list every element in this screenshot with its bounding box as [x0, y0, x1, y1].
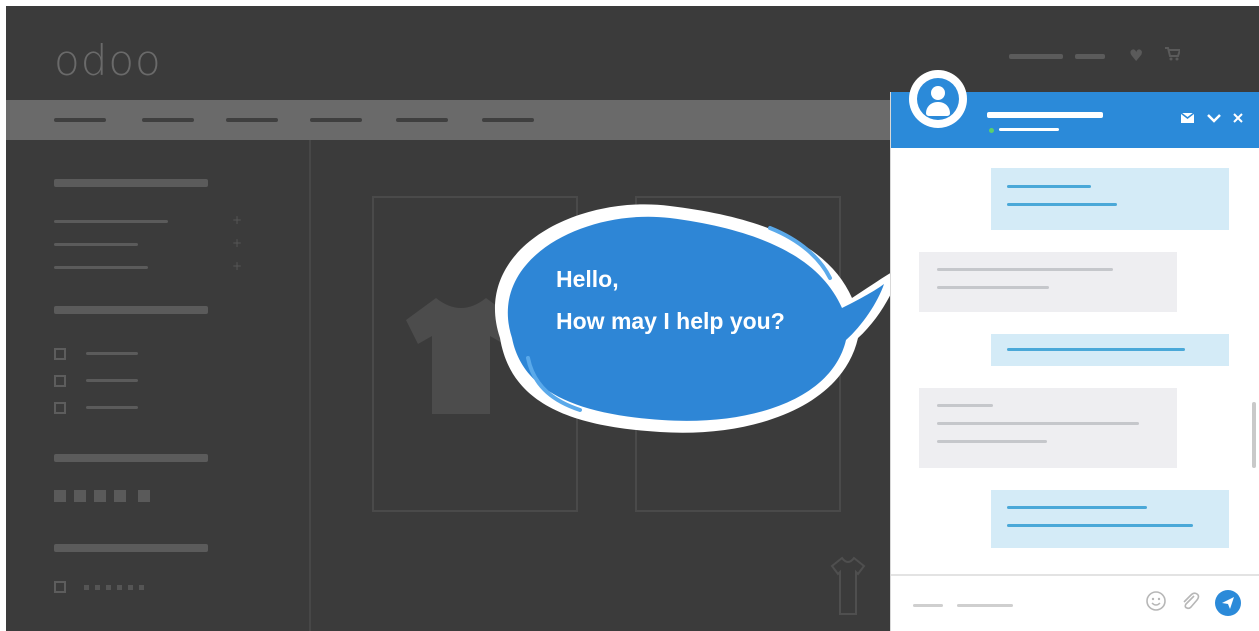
rating-dot: [106, 585, 111, 590]
expand-plus-icon[interactable]: +: [232, 259, 242, 273]
rating-dot: [95, 585, 100, 590]
livechat-window: [890, 70, 1259, 631]
rating-dot: [84, 585, 89, 590]
minimize-icon[interactable]: [1207, 113, 1221, 127]
rating-dot: [117, 585, 122, 590]
filter-heading-placeholder: [54, 306, 208, 314]
filter-checkbox[interactable]: [54, 348, 66, 360]
menu-item-placeholder[interactable]: [482, 118, 534, 122]
filter-checkbox[interactable]: [54, 581, 66, 593]
category-item-placeholder[interactable]: [54, 220, 168, 223]
heart-icon[interactable]: ♥: [1129, 46, 1143, 65]
emoji-icon[interactable]: [1145, 590, 1167, 617]
operator-avatar: [909, 70, 967, 128]
tshirt-outline-icon: [830, 556, 866, 615]
color-swatch[interactable]: [54, 490, 66, 502]
filter-checkbox[interactable]: [54, 402, 66, 414]
color-swatch[interactable]: [138, 490, 150, 502]
filter-heading-placeholder: [54, 179, 208, 187]
screenshot-frame: odoo ♥ + + + Hello, How may I help you?: [0, 0, 1259, 631]
menu-item-placeholder[interactable]: [54, 118, 106, 122]
operator-name-placeholder: [987, 112, 1103, 118]
menu-item-placeholder[interactable]: [226, 118, 278, 122]
menu-item-placeholder[interactable]: [310, 118, 362, 122]
header-link-placeholder[interactable]: [1009, 54, 1063, 59]
message-incoming: [919, 388, 1177, 468]
operator-status-placeholder: [999, 128, 1059, 131]
bubble-line-help: How may I help you?: [556, 308, 785, 334]
filter-option-placeholder: [86, 379, 138, 382]
bubble-line-hello: Hello,: [556, 266, 619, 292]
sidebar-divider: [309, 140, 311, 631]
filter-option-placeholder: [86, 406, 138, 409]
color-swatch[interactable]: [94, 490, 106, 502]
attachment-icon[interactable]: [1179, 590, 1201, 617]
message-input[interactable]: [891, 576, 1141, 631]
category-item-placeholder[interactable]: [54, 243, 138, 246]
color-swatch[interactable]: [114, 490, 126, 502]
message-outgoing: [991, 490, 1229, 548]
chat-thread[interactable]: [891, 148, 1259, 574]
menu-item-placeholder[interactable]: [142, 118, 194, 122]
header-link-placeholder[interactable]: [1075, 54, 1105, 59]
message-outgoing: [991, 168, 1229, 230]
online-status-dot: [989, 128, 994, 133]
rating-dot: [128, 585, 133, 590]
filter-checkbox[interactable]: [54, 375, 66, 387]
bubble-greeting: Hello, How may I help you?: [556, 258, 785, 342]
close-icon[interactable]: [1233, 113, 1243, 127]
chat-scrollbar[interactable]: [1252, 402, 1256, 468]
message-incoming: [919, 252, 1177, 312]
message-outgoing: [991, 334, 1229, 366]
menu-item-placeholder[interactable]: [396, 118, 448, 122]
rating-dot: [139, 585, 144, 590]
mail-icon[interactable]: [1180, 112, 1195, 127]
filter-heading-placeholder: [54, 544, 208, 552]
cart-icon[interactable]: [1164, 46, 1182, 66]
expand-plus-icon[interactable]: +: [232, 213, 242, 227]
filter-option-placeholder: [86, 352, 138, 355]
send-icon[interactable]: [1215, 590, 1241, 616]
site-logo[interactable]: odoo: [54, 36, 162, 85]
color-swatch[interactable]: [74, 490, 86, 502]
expand-plus-icon[interactable]: +: [232, 236, 242, 250]
user-icon: [917, 78, 959, 120]
chat-composer: [891, 574, 1259, 631]
category-item-placeholder[interactable]: [54, 266, 148, 269]
filter-heading-placeholder: [54, 454, 208, 462]
